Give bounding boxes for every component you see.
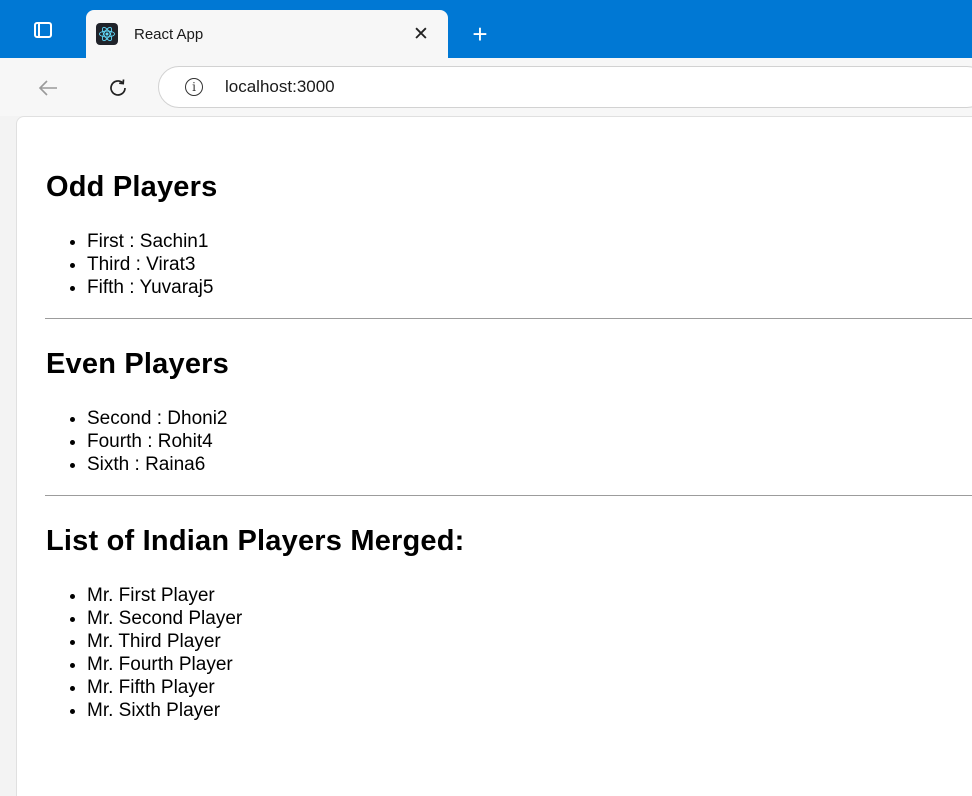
plus-icon: +: [472, 18, 488, 49]
page-viewport: Odd Players First : Sachin1 Third : Vira…: [16, 116, 972, 796]
merged-players-list: Mr. First Player Mr. Second Player Mr. T…: [46, 584, 972, 722]
new-tab-button[interactable]: +: [462, 16, 498, 52]
tab-actions-icon: [34, 22, 52, 38]
list-item: Mr. Third Player: [87, 630, 972, 653]
back-button[interactable]: [30, 70, 66, 106]
list-item: Sixth : Raina6: [87, 453, 972, 476]
odd-players-list: First : Sachin1 Third : Virat3 Fifth : Y…: [46, 230, 972, 299]
page-content: Odd Players First : Sachin1 Third : Vira…: [17, 117, 972, 722]
url-text: localhost:3000: [225, 77, 335, 96]
refresh-icon: [110, 79, 126, 96]
even-players-heading: Even Players: [46, 348, 229, 380]
back-arrow-icon: [38, 80, 57, 96]
divider: [45, 318, 972, 319]
list-item: Mr. Fifth Player: [87, 676, 972, 699]
list-item: Fourth : Rohit4: [87, 430, 972, 453]
close-tab-button[interactable]: ✕: [406, 19, 436, 49]
list-item: Fifth : Yuvaraj5: [87, 276, 972, 299]
list-item: Third : Virat3: [87, 253, 972, 276]
active-tab[interactable]: React App ✕: [86, 10, 448, 58]
list-item: Second : Dhoni2: [87, 407, 972, 430]
divider: [45, 495, 972, 496]
list-item: Mr. Second Player: [87, 607, 972, 630]
react-icon: [96, 23, 118, 45]
merged-players-heading: List of Indian Players Merged:: [46, 525, 465, 557]
list-item: Mr. Sixth Player: [87, 699, 972, 722]
even-players-list: Second : Dhoni2 Fourth : Rohit4 Sixth : …: [46, 407, 972, 476]
address-bar[interactable]: i localhost:3000: [158, 66, 972, 108]
odd-players-heading: Odd Players: [46, 171, 218, 203]
list-item: First : Sachin1: [87, 230, 972, 253]
refresh-button[interactable]: [100, 70, 136, 106]
tab-actions-button[interactable]: [10, 8, 76, 52]
close-icon: ✕: [413, 23, 429, 45]
list-item: Mr. First Player: [87, 584, 972, 607]
info-icon[interactable]: i: [185, 78, 203, 96]
tab-bar: React App ✕ +: [0, 0, 972, 58]
tab-title: React App: [134, 25, 204, 43]
navigation-bar: i localhost:3000: [0, 58, 972, 116]
list-item: Mr. Fourth Player: [87, 653, 972, 676]
